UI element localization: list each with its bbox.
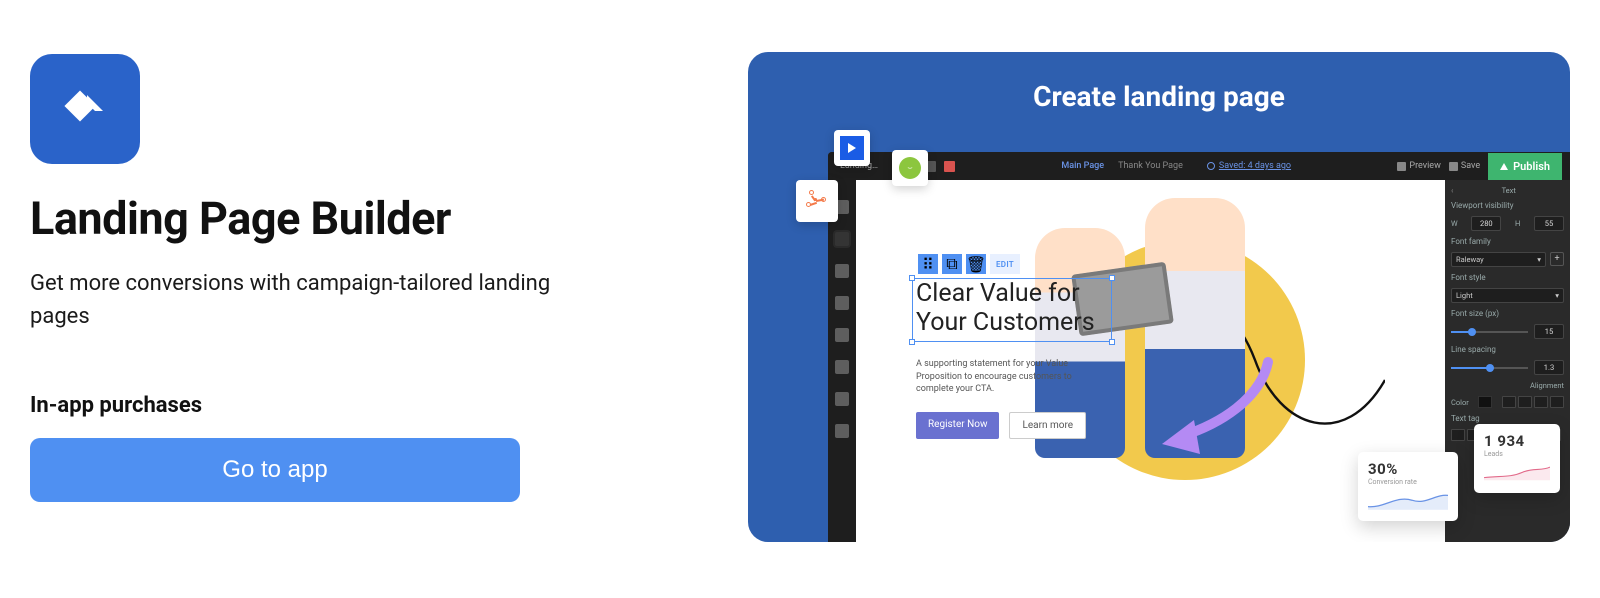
chevron-down-icon: ▾ xyxy=(1555,291,1559,300)
smile-icon: ⌣ xyxy=(899,157,921,179)
stat-conversion-card: 30% Conversion rate xyxy=(1358,452,1458,521)
font-size-slider[interactable] xyxy=(1451,328,1528,336)
chevron-right-icon xyxy=(840,136,864,160)
canvas-supporting-text[interactable]: A supporting statement for your Value Pr… xyxy=(916,358,1096,396)
add-font-button[interactable]: + xyxy=(1550,252,1564,266)
tool-history-icon[interactable] xyxy=(835,264,849,278)
editor-window: Landing… Main Page Thank You Page Saved: xyxy=(828,152,1570,542)
stat-leads-card: 1 934 Leads xyxy=(1474,424,1560,493)
preview-card: Create landing page ⌣ xyxy=(748,52,1570,542)
save-icon xyxy=(1449,162,1458,171)
app-listing-left: Landing Page Builder Get more conversion… xyxy=(30,50,590,578)
editor-left-toolbar xyxy=(828,180,856,542)
canvas-cta-secondary[interactable]: Learn more xyxy=(1009,412,1086,439)
color-swatch[interactable] xyxy=(1478,396,1492,408)
tool-link-icon[interactable] xyxy=(835,328,849,342)
integration-badge-hubspot xyxy=(796,180,838,222)
stat-conversion-label: Conversion rate xyxy=(1368,478,1448,486)
chevron-left-icon[interactable]: ‹ xyxy=(1451,186,1453,195)
hubspot-icon xyxy=(806,190,828,212)
stat-conversion-value: 30% xyxy=(1368,460,1448,478)
sel-edit-button[interactable]: EDIT xyxy=(990,254,1020,274)
font-style-select[interactable]: Light▾ xyxy=(1451,288,1564,303)
line-spacing-input[interactable]: 1.3 xyxy=(1534,360,1564,375)
sparkline-icon xyxy=(1368,490,1448,512)
font-size-input[interactable]: 15 xyxy=(1534,324,1564,339)
chevron-down-icon: ▾ xyxy=(1537,255,1541,264)
height-input[interactable]: 55 xyxy=(1534,216,1564,231)
publish-button[interactable]: Publish xyxy=(1488,153,1562,180)
preview-button[interactable]: Preview xyxy=(1397,161,1440,171)
sel-delete-icon[interactable]: 🗑 xyxy=(966,254,986,274)
app-description: Get more conversions with campaign-tailo… xyxy=(30,267,590,333)
stat-leads-label: Leads xyxy=(1484,450,1550,458)
upload-icon xyxy=(1500,163,1508,170)
canvas-headline[interactable]: Clear Value for Your Customers xyxy=(916,280,1126,338)
alignment-group[interactable] xyxy=(1502,396,1564,408)
selection-toolbar: ⠿ ⧉ 🗑 EDIT xyxy=(918,254,1020,274)
save-button[interactable]: Save xyxy=(1449,161,1480,171)
canvas-cta-primary[interactable]: Register Now xyxy=(916,412,999,439)
tool-crop-icon[interactable] xyxy=(835,392,849,406)
tool-image-icon[interactable] xyxy=(835,296,849,310)
rp-viewport-label: Viewport visibility xyxy=(1451,201,1564,210)
editor-topbar: Landing… Main Page Thank You Page Saved: xyxy=(828,152,1570,180)
tool-widgets-icon[interactable] xyxy=(835,232,849,246)
tool-code-icon[interactable] xyxy=(835,424,849,438)
go-to-app-button[interactable]: Go to app xyxy=(30,438,520,502)
sparkline-icon xyxy=(1484,462,1550,484)
tab-main-page[interactable]: Main Page xyxy=(1061,161,1104,171)
eye-icon xyxy=(1397,162,1406,171)
integration-badge-green: ⌣ xyxy=(892,150,928,186)
integration-badge-activecampaign xyxy=(834,130,870,166)
sel-move-icon[interactable]: ⠿ xyxy=(918,254,938,274)
preview-heading: Create landing page xyxy=(748,52,1570,133)
tool-section-icon[interactable] xyxy=(835,360,849,374)
app-title: Landing Page Builder xyxy=(30,192,590,245)
width-input[interactable]: 280 xyxy=(1471,216,1501,231)
device-mobile-icon[interactable] xyxy=(944,161,955,172)
in-app-purchases-label: In-app purchases xyxy=(30,393,590,418)
line-spacing-slider[interactable] xyxy=(1451,364,1528,372)
font-family-select[interactable]: Raleway▾ xyxy=(1451,252,1546,267)
sel-duplicate-icon[interactable]: ⧉ xyxy=(942,254,962,274)
clock-icon xyxy=(1207,162,1215,170)
stat-leads-value: 1 934 xyxy=(1484,432,1550,450)
app-icon xyxy=(30,54,140,164)
editor-canvas[interactable]: ⠿ ⧉ 🗑 EDIT Clear Value for Your Customer… xyxy=(856,180,1445,542)
tab-thank-you-page[interactable]: Thank You Page xyxy=(1118,161,1183,171)
saved-indicator: Saved: 4 days ago xyxy=(1207,161,1291,171)
